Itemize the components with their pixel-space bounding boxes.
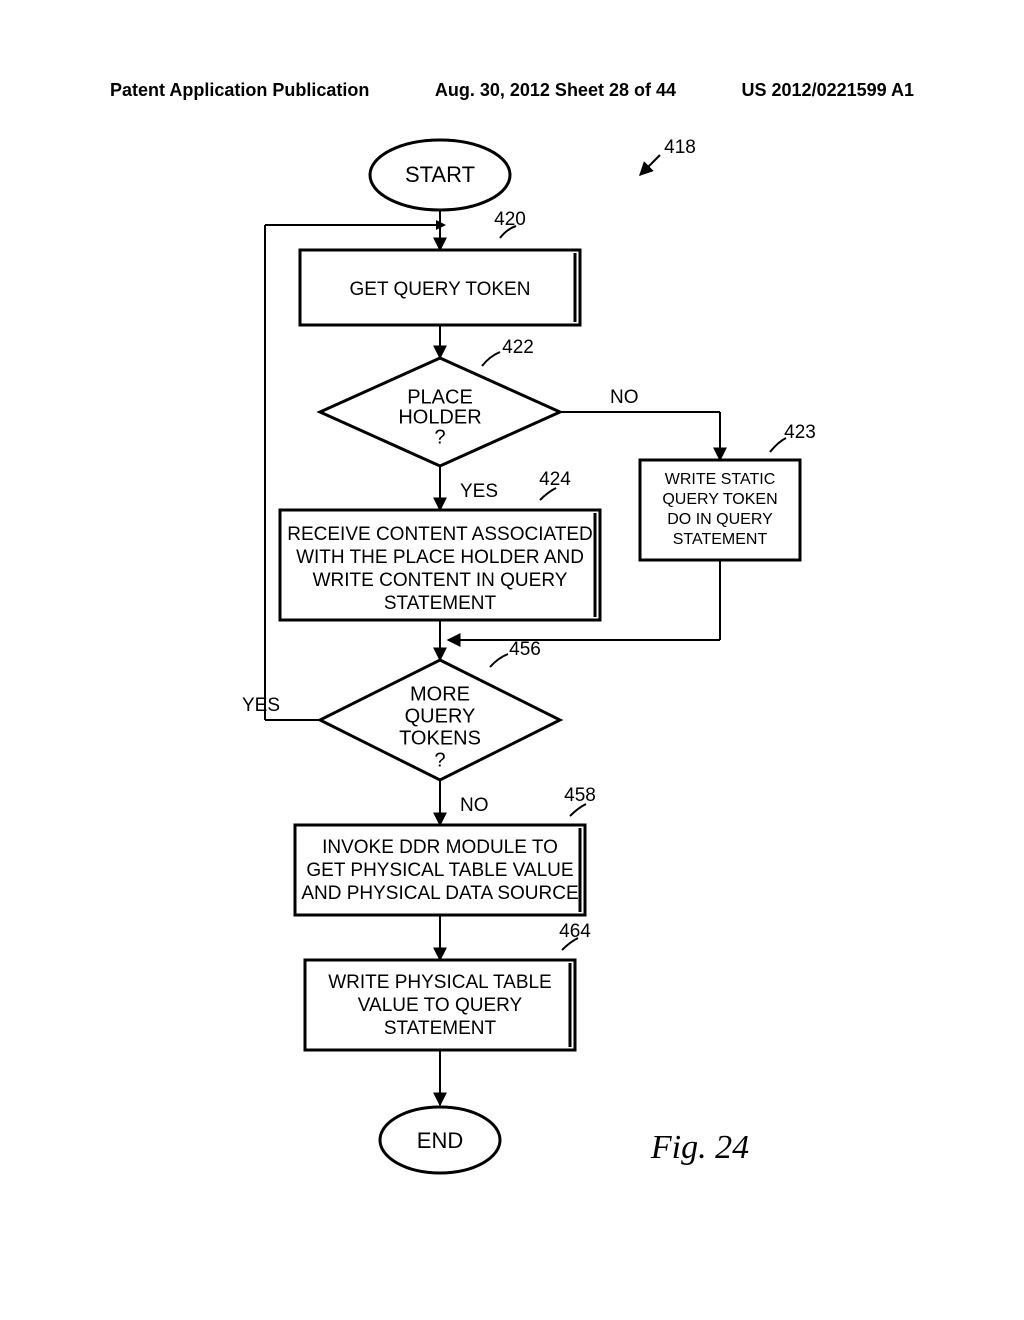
label-yes-456: YES	[242, 695, 280, 716]
callout-424: 424	[539, 469, 571, 490]
end-label: END	[417, 1128, 463, 1153]
label-no-422: NO	[610, 387, 639, 408]
text-placeholder-l1: PLACE	[407, 386, 473, 408]
label-yes-422: YES	[460, 481, 498, 502]
text-ws-4: STATEMENT	[673, 531, 768, 548]
text-wp-1: WRITE PHYSICAL TABLE	[328, 972, 551, 993]
callout-464: 464	[559, 921, 591, 942]
text-rc-2: WITH THE PLACE HOLDER AND	[296, 547, 584, 568]
header-left: Patent Application Publication	[110, 80, 369, 101]
text-mt-2: QUERY	[405, 705, 476, 727]
text-ddr-3: AND PHYSICAL DATA SOURCE	[301, 883, 578, 904]
leader-422	[482, 352, 500, 366]
leader-418	[640, 155, 660, 175]
page-header: Patent Application Publication Aug. 30, …	[110, 80, 914, 101]
callout-420: 420	[494, 209, 526, 230]
header-right: US 2012/0221599 A1	[742, 80, 914, 101]
callout-456: 456	[509, 639, 541, 660]
text-rc-1: RECEIVE CONTENT ASSOCIATED	[287, 524, 592, 545]
text-ddr-2: GET PHYSICAL TABLE VALUE	[306, 860, 573, 881]
figure-label: Fig. 24	[650, 1129, 749, 1166]
callout-423: 423	[784, 422, 816, 443]
text-placeholder-l2: HOLDER	[398, 406, 481, 428]
text-ws-3: DO IN QUERY	[667, 511, 773, 528]
text-placeholder-l3: ?	[434, 426, 445, 448]
text-ddr-1: INVOKE DDR MODULE TO	[322, 837, 558, 858]
text-rc-4: STATEMENT	[384, 593, 497, 614]
callout-458: 458	[564, 785, 596, 806]
callout-418: 418	[664, 137, 696, 158]
flowchart-svg: START GET QUERY TOKEN 420 418 PLACE HOLD…	[0, 120, 1024, 1260]
text-ws-1: WRITE STATIC	[665, 471, 776, 488]
text-wp-3: STATEMENT	[384, 1018, 497, 1039]
text-rc-3: WRITE CONTENT IN QUERY	[313, 570, 568, 591]
label-no-456: NO	[460, 795, 489, 816]
callout-422: 422	[502, 337, 534, 358]
flowchart-canvas: START GET QUERY TOKEN 420 418 PLACE HOLD…	[0, 120, 1024, 1260]
text-mt-3: TOKENS	[399, 727, 481, 749]
text-mt-1: MORE	[410, 683, 470, 705]
header-center: Aug. 30, 2012 Sheet 28 of 44	[435, 80, 676, 101]
start-label: START	[405, 162, 475, 187]
text-ws-2: QUERY TOKEN	[662, 491, 777, 508]
text-get-query-token: GET QUERY TOKEN	[350, 279, 531, 300]
leader-456	[490, 654, 508, 667]
text-mt-4: ?	[434, 749, 445, 771]
text-wp-2: VALUE TO QUERY	[358, 995, 523, 1016]
